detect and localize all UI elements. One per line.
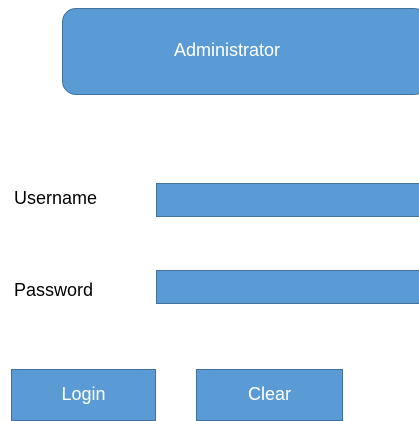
username-label: Username [14, 188, 98, 208]
login-button-label: Login [61, 384, 106, 404]
password-label: Password [14, 280, 94, 300]
username-input[interactable] [156, 183, 419, 217]
page-title: Administrator [174, 40, 281, 60]
title-banner: Administrator [62, 8, 419, 95]
login-button[interactable]: Login [11, 369, 156, 421]
clear-button-label: Clear [247, 384, 291, 404]
clear-button[interactable]: Clear [196, 369, 343, 421]
password-input[interactable] [156, 270, 419, 304]
